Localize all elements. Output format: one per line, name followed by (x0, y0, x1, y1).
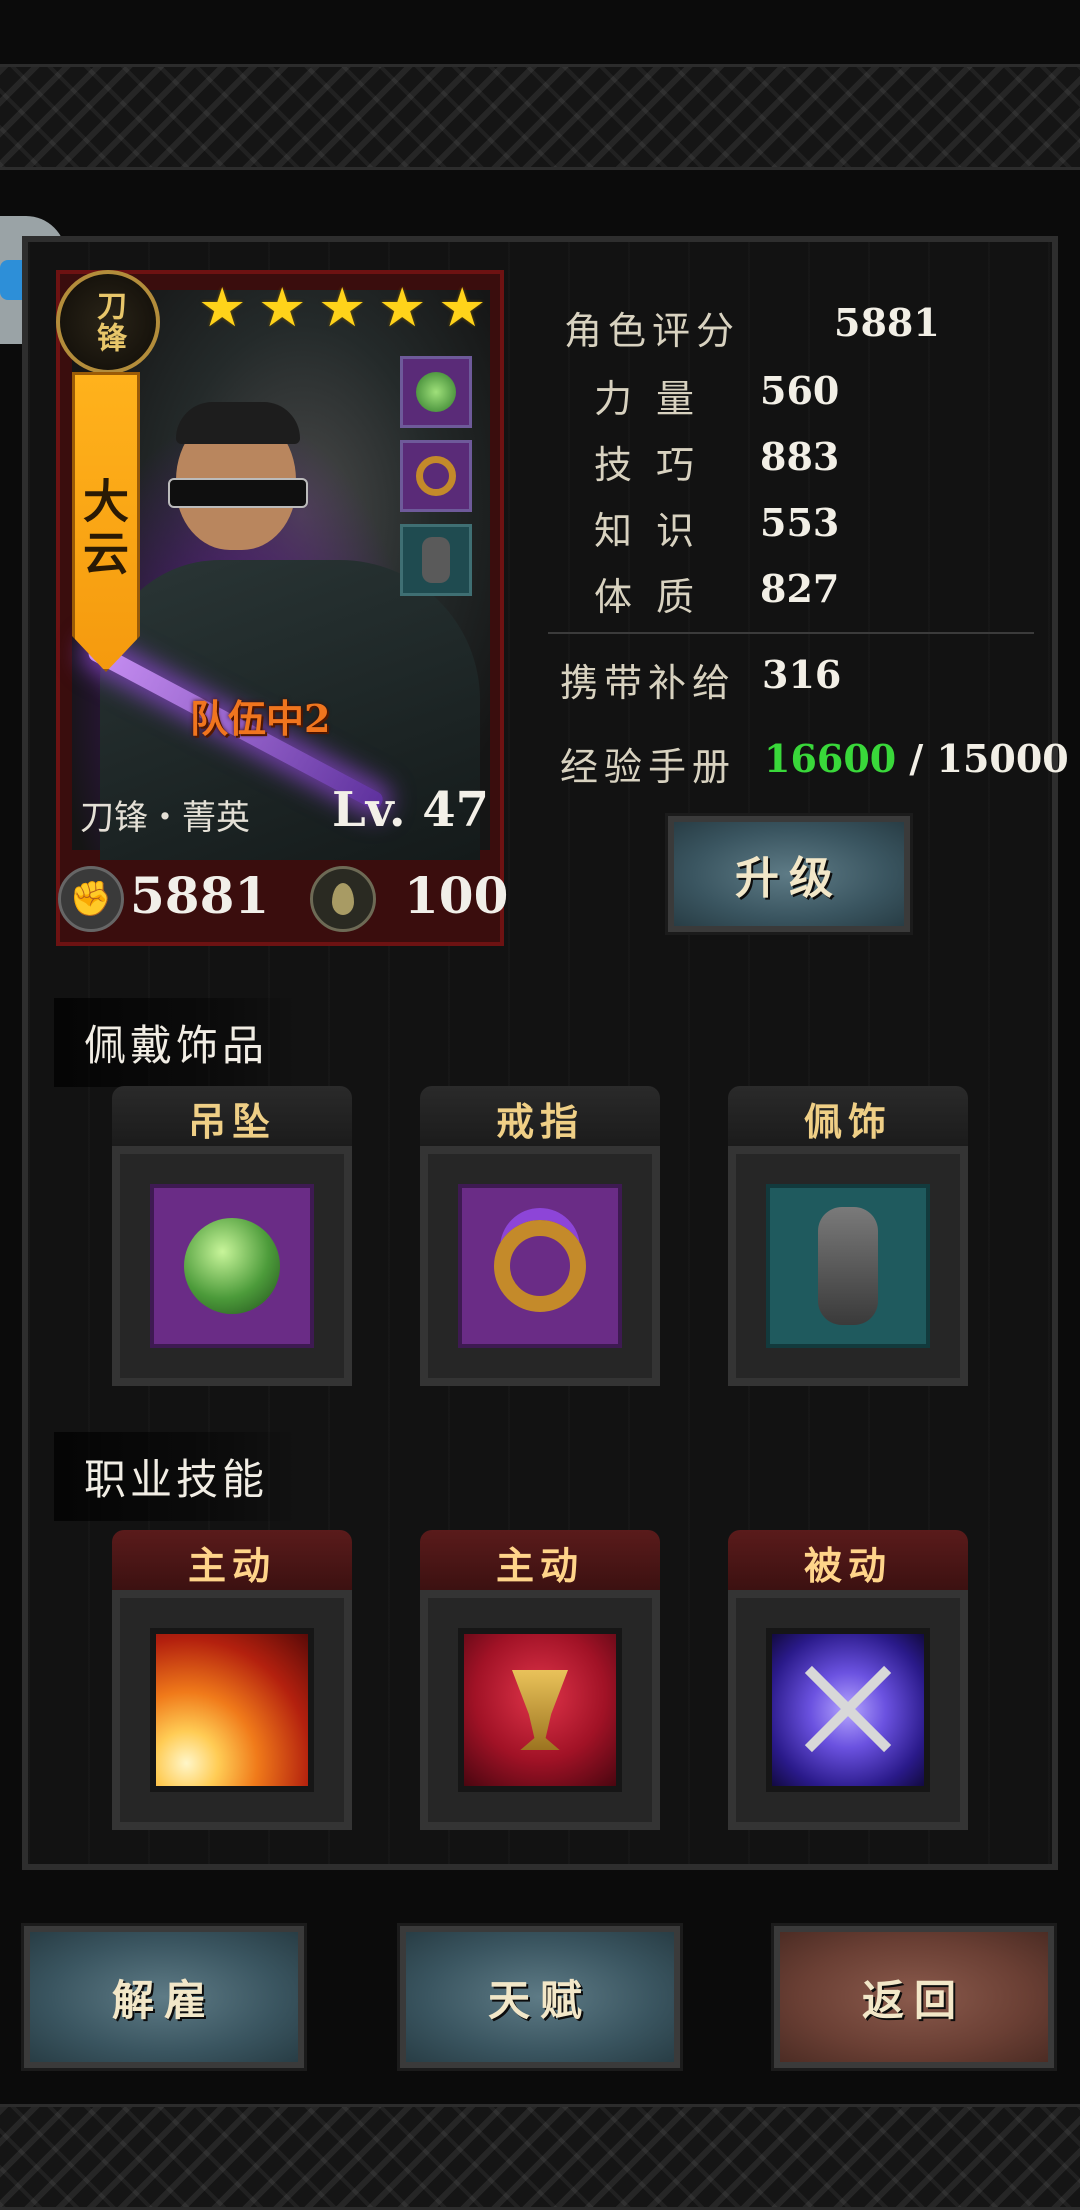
team-status-label: 队伍中2 (190, 696, 331, 741)
constitution-value: 827 (760, 566, 840, 611)
accessory-slot-pendant[interactable]: 吊坠 (112, 1086, 352, 1386)
fist-icon: ✊ (58, 866, 124, 932)
accessory-slot-label: 佩饰 (728, 1086, 968, 1150)
skill-value: 883 (760, 434, 840, 479)
exp-label: 经验手册 (560, 745, 737, 789)
skill-label: 技巧 (594, 443, 719, 487)
class-badge: 刀锋 (56, 270, 160, 374)
skill-slot-frame (420, 1590, 660, 1830)
strength-value: 560 (760, 368, 840, 413)
star-icon: ★ (198, 276, 247, 339)
rating-label: 角色评分 (564, 309, 741, 353)
skill-slot-passive[interactable]: 被动 (728, 1530, 968, 1830)
rating-value: 5881 (834, 300, 940, 345)
back-button[interactable]: 返回 (771, 1923, 1057, 2071)
skill-slot-active-2[interactable]: 主动 (420, 1530, 660, 1830)
star-icon: ★ (318, 276, 367, 339)
hero-hair-shape (176, 402, 300, 444)
purple-ring-icon (458, 1184, 622, 1348)
exp-current-value: 16600 (764, 736, 897, 781)
class-rank-label: 刀锋・菁英 (80, 798, 250, 838)
talent-button[interactable]: 天赋 (397, 1923, 683, 2071)
accessory-slot-label: 吊坠 (112, 1086, 352, 1150)
water-drop-icon (310, 866, 376, 932)
iron-ornament-icon (766, 1184, 930, 1348)
skill-slot-frame (728, 1590, 968, 1830)
skill-type-label: 主动 (420, 1530, 660, 1594)
exp-separator: / (896, 736, 937, 781)
strength-label: 力量 (594, 377, 719, 421)
upgrade-button[interactable]: 升级 (665, 813, 913, 935)
supply-label: 携带补给 (560, 661, 737, 705)
dismiss-button[interactable]: 解雇 (21, 1923, 307, 2071)
supply-value: 316 (762, 652, 842, 697)
pendant-icon (416, 372, 456, 412)
accessories-section-title: 佩戴饰品 (54, 998, 299, 1087)
constitution-label: 体质 (594, 575, 719, 619)
hero-glasses-shape (168, 478, 308, 508)
crossed-swords-icon (766, 1628, 930, 1792)
top-border-band (0, 64, 1080, 170)
skill-slot-frame (112, 1590, 352, 1830)
ornament-icon (422, 537, 450, 583)
star-icon: ★ (378, 276, 427, 339)
accessory-slot-ornament[interactable]: 佩饰 (728, 1086, 968, 1386)
portrait-ring-slot[interactable] (400, 440, 472, 512)
skills-section-title: 职业技能 (54, 1432, 299, 1521)
jade-pendant-icon (150, 1184, 314, 1348)
burst-slash-icon (150, 1628, 314, 1792)
hero-name-banner: 大云 (72, 372, 140, 672)
accessory-slot-frame (728, 1146, 968, 1386)
accessory-slot-label: 戒指 (420, 1086, 660, 1150)
accessory-slot-frame (420, 1146, 660, 1386)
hero-level: Lv. 47 (332, 782, 490, 838)
skill-slot-active-1[interactable]: 主动 (112, 1530, 352, 1830)
supply-capacity-value: 100 (404, 866, 509, 925)
skill-type-label: 被动 (728, 1530, 968, 1594)
exp-progress: 16600 / 15000 (764, 736, 1069, 781)
knowledge-value: 553 (760, 500, 840, 545)
star-icon: ★ (258, 276, 307, 339)
star-icon: ★ (438, 276, 487, 339)
skill-type-label: 主动 (112, 1530, 352, 1594)
exp-required-value: 15000 (936, 736, 1069, 781)
portrait-ornament-slot[interactable] (400, 524, 472, 596)
bottom-border-band (0, 2104, 1080, 2210)
portrait-pendant-slot[interactable] (400, 356, 472, 428)
stats-divider (548, 632, 1034, 634)
ring-icon (416, 456, 456, 496)
combat-power-value: 5881 (130, 866, 270, 925)
accessory-slot-frame (112, 1146, 352, 1386)
accessory-slot-ring[interactable]: 戒指 (420, 1086, 660, 1386)
knowledge-label: 知识 (594, 509, 719, 553)
blood-chalice-icon (458, 1628, 622, 1792)
